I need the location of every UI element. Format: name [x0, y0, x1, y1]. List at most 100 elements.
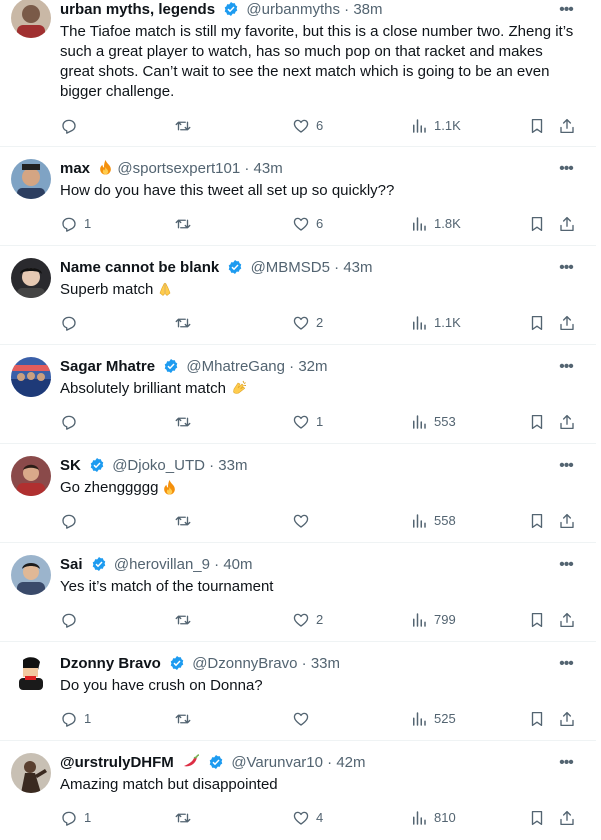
share-button[interactable] — [558, 214, 576, 234]
more-icon[interactable]: ••• — [556, 0, 576, 20]
author-name[interactable]: @urstrulyDHFM — [60, 754, 174, 771]
like-button[interactable] — [292, 709, 316, 729]
views-button[interactable]: 553 — [410, 412, 456, 432]
retweet-button[interactable] — [174, 709, 198, 729]
author-name[interactable]: Dzonny Bravo — [60, 655, 161, 672]
reply-button[interactable] — [60, 511, 84, 531]
bookmark-button[interactable] — [528, 511, 546, 531]
bookmark-button[interactable] — [528, 313, 546, 333]
like-button[interactable]: 6 — [292, 116, 323, 136]
share-button[interactable] — [558, 511, 576, 531]
retweet-button[interactable] — [174, 610, 198, 630]
reply-button[interactable]: 1 — [60, 709, 91, 729]
timestamp[interactable]: 42m — [336, 754, 365, 771]
reply-tweet[interactable]: urban myths, legends @urbanmyths · 38m •… — [0, 0, 596, 147]
views-button[interactable]: 1.1K — [410, 313, 461, 333]
avatar[interactable] — [11, 159, 51, 199]
author-name[interactable]: SK — [60, 457, 81, 474]
reply-tweet[interactable]: @urstrulyDHFM @Varunvar10 · 42m ••• Amaz… — [0, 741, 596, 840]
reply-button[interactable]: 1 — [60, 808, 91, 828]
reply-button[interactable] — [60, 116, 84, 136]
like-button[interactable]: 4 — [292, 808, 323, 828]
reply-icon — [62, 712, 76, 727]
like-button[interactable] — [292, 511, 316, 531]
retweet-icon — [175, 813, 191, 823]
reply-tweet[interactable]: Dzonny Bravo @DzonnyBravo · 33m ••• Do y… — [0, 642, 596, 741]
avatar[interactable] — [11, 456, 51, 496]
views-button[interactable]: 810 — [410, 808, 456, 828]
reply-tweet[interactable]: Sai @herovillan_9 · 40m ••• Yes it’s mat… — [0, 543, 596, 642]
views-button[interactable]: 525 — [410, 709, 456, 729]
bookmark-button[interactable] — [528, 412, 546, 432]
bookmark-button[interactable] — [528, 214, 546, 234]
timestamp[interactable]: 38m — [353, 1, 382, 18]
reply-button[interactable]: 1 — [60, 214, 91, 234]
author-name[interactable]: urban myths, legends — [60, 1, 215, 18]
author-name[interactable]: Sai — [60, 556, 83, 573]
like-button[interactable]: 2 — [292, 313, 323, 333]
more-icon[interactable]: ••• — [556, 753, 576, 773]
reply-tweet[interactable]: SK @Djoko_UTD · 33m ••• Go zhenggggg 558 — [0, 444, 596, 543]
avatar[interactable] — [11, 555, 51, 595]
reply-button[interactable] — [60, 412, 84, 432]
retweet-button[interactable] — [174, 214, 198, 234]
views-count: 1.1K — [434, 118, 461, 133]
author-handle[interactable]: @urbanmyths — [246, 1, 340, 18]
timestamp[interactable]: 32m — [298, 358, 327, 375]
retweet-button[interactable] — [174, 808, 198, 828]
avatar[interactable] — [11, 753, 51, 793]
avatar[interactable] — [11, 0, 51, 38]
bookmark-button[interactable] — [528, 808, 546, 828]
author-handle[interactable]: @MBMSD5 — [251, 259, 330, 276]
author-name[interactable]: Sagar Mhatre — [60, 358, 155, 375]
reply-button[interactable] — [60, 313, 84, 333]
timestamp[interactable]: 40m — [223, 556, 252, 573]
like-button[interactable]: 2 — [292, 610, 323, 630]
timestamp[interactable]: 33m — [218, 457, 247, 474]
timestamp[interactable]: 43m — [343, 259, 372, 276]
avatar[interactable] — [11, 258, 51, 298]
retweet-button[interactable] — [174, 511, 198, 531]
bookmark-button[interactable] — [528, 116, 546, 136]
share-button[interactable] — [558, 610, 576, 630]
bookmark-button[interactable] — [528, 610, 546, 630]
views-button[interactable]: 1.8K — [410, 214, 461, 234]
more-icon[interactable]: ••• — [556, 159, 576, 179]
share-button[interactable] — [558, 709, 576, 729]
reply-button[interactable] — [60, 610, 84, 630]
reply-tweet[interactable]: max @sportsexpert101 · 43m ••• How do yo… — [0, 147, 596, 246]
author-handle[interactable]: @herovillan_9 — [114, 556, 210, 573]
share-button[interactable] — [558, 116, 576, 136]
share-button[interactable] — [558, 808, 576, 828]
share-button[interactable] — [558, 313, 576, 333]
views-button[interactable]: 558 — [410, 511, 456, 531]
share-button[interactable] — [558, 412, 576, 432]
retweet-button[interactable] — [174, 116, 198, 136]
more-icon[interactable]: ••• — [556, 258, 576, 278]
more-icon[interactable]: ••• — [556, 654, 576, 674]
author-handle[interactable]: @MhatreGang — [186, 358, 285, 375]
reply-tweet[interactable]: Name cannot be blank @MBMSD5 · 43m ••• S… — [0, 246, 596, 345]
reply-tweet[interactable]: Sagar Mhatre @MhatreGang · 32m ••• Absol… — [0, 345, 596, 444]
author-handle[interactable]: @Djoko_UTD — [112, 457, 205, 474]
more-icon[interactable]: ••• — [556, 555, 576, 575]
author-name[interactable]: Name cannot be blank — [60, 259, 219, 276]
retweet-button[interactable] — [174, 412, 198, 432]
like-button[interactable]: 6 — [292, 214, 323, 234]
author-handle[interactable]: @DzonnyBravo — [192, 655, 297, 672]
timestamp[interactable]: 43m — [254, 160, 283, 177]
author-handle[interactable]: @sportsexpert101 — [117, 160, 240, 177]
clapping-hands-emoji-icon — [230, 380, 248, 402]
retweet-button[interactable] — [174, 313, 198, 333]
timestamp[interactable]: 33m — [311, 655, 340, 672]
avatar[interactable] — [11, 357, 51, 397]
views-button[interactable]: 799 — [410, 610, 456, 630]
views-button[interactable]: 1.1K — [410, 116, 461, 136]
more-icon[interactable]: ••• — [556, 456, 576, 476]
author-name[interactable]: max — [60, 160, 90, 177]
avatar[interactable] — [11, 654, 51, 694]
bookmark-button[interactable] — [528, 709, 546, 729]
more-icon[interactable]: ••• — [556, 357, 576, 377]
author-handle[interactable]: @Varunvar10 — [231, 754, 323, 771]
like-button[interactable]: 1 — [292, 412, 323, 432]
